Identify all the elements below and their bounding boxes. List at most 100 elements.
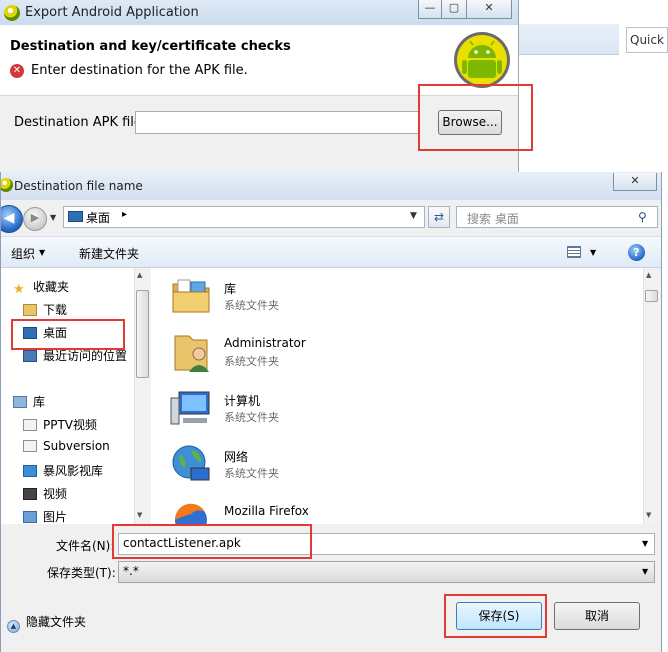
back-button[interactable]: ◀ xyxy=(1,205,23,233)
chevron-down-icon[interactable]: ▼ xyxy=(590,248,596,257)
save-highlight xyxy=(444,594,547,638)
library-icon xyxy=(172,279,210,313)
quick-access-box[interactable]: Quick xyxy=(626,27,668,53)
background-toolbar xyxy=(519,24,619,55)
export-window-title: Export Android Application xyxy=(25,5,199,20)
chevron-down-icon[interactable]: ▼ xyxy=(410,211,417,221)
nav-item-recent[interactable]: 最近访问的位置 xyxy=(23,347,127,368)
nav-libraries[interactable]: 库 xyxy=(13,393,45,414)
nav-item-subversion[interactable]: Subversion xyxy=(23,439,110,460)
chevron-up-icon: ▲ xyxy=(7,620,20,633)
chevron-down-icon[interactable]: ▼ xyxy=(642,539,648,548)
maximize-button[interactable]: ▢ xyxy=(441,0,467,19)
nav-item-pictures[interactable]: 图片 xyxy=(23,508,67,524)
nav-label: 最近访问的位置 xyxy=(43,349,128,363)
nav-label: 视频 xyxy=(43,487,68,501)
scroll-down-icon[interactable]: ▼ xyxy=(137,511,142,519)
star-icon: ★ xyxy=(13,282,25,297)
navigation-pane: ★ 收藏夹 下载 桌面 最近访问的位置 库 PPTV视频 Subversion 暴… xyxy=(1,268,151,524)
computer-icon xyxy=(170,391,210,425)
chevron-down-icon[interactable]: ▼ xyxy=(642,567,648,576)
address-text[interactable]: 桌面 xyxy=(86,209,110,226)
filename-highlight xyxy=(112,524,312,559)
filetype-value: *.* xyxy=(123,564,139,578)
wizard-heading: Destination and key/certificate checks xyxy=(10,39,291,54)
library-icon xyxy=(13,396,27,408)
firefox-icon xyxy=(174,503,207,524)
cancel-button[interactable]: 取消 xyxy=(554,602,640,630)
browse-highlight xyxy=(418,84,533,151)
file-item-firefox[interactable]: Mozilla Firefox xyxy=(169,498,469,524)
organize-button[interactable]: 组织 xyxy=(11,245,35,262)
nav-item-pptv[interactable]: PPTV视频 xyxy=(23,416,97,437)
file-item-computer[interactable]: 计算机 系统文件夹 xyxy=(169,386,469,436)
nav-scroll-thumb[interactable] xyxy=(136,290,149,378)
nav-label: 图片 xyxy=(43,510,68,524)
desktop-icon xyxy=(68,211,83,222)
filename-label: 文件名(N): xyxy=(56,539,115,553)
hide-folders-toggle[interactable]: ▲ 隐藏文件夹 xyxy=(7,613,86,633)
picture-library-icon xyxy=(23,511,37,523)
hide-folders-label: 隐藏文件夹 xyxy=(26,615,87,629)
file-list-scrollbar[interactable]: ▲ ▼ xyxy=(643,268,660,524)
nav-scrollbar[interactable]: ▲ ▼ xyxy=(134,268,151,524)
chevron-down-icon[interactable]: ▼ xyxy=(39,248,45,257)
desktop-highlight xyxy=(11,319,125,350)
network-icon xyxy=(172,445,210,481)
document-library-icon xyxy=(23,440,37,452)
video-library-icon xyxy=(23,488,37,500)
filetype-select[interactable]: *.* ▼ xyxy=(118,561,655,583)
file-item-library[interactable]: 库 系统文件夹 xyxy=(169,274,469,324)
search-input[interactable]: 搜索 桌面 ⚲ xyxy=(456,206,658,228)
forward-button[interactable]: ▶ xyxy=(23,207,47,231)
file-name: 网络 xyxy=(224,450,249,464)
file-name: Mozilla Firefox xyxy=(224,504,309,518)
user-folder-icon xyxy=(174,335,209,372)
dialog-title: Destination file name xyxy=(14,179,143,193)
view-options-icon[interactable] xyxy=(567,246,581,258)
refresh-button[interactable]: ⇄ xyxy=(428,206,450,228)
nav-label: 库 xyxy=(33,395,46,409)
nav-favorites[interactable]: ★ 收藏夹 xyxy=(13,278,69,299)
nav-label: PPTV视频 xyxy=(43,418,98,432)
nav-label: 下载 xyxy=(43,303,68,317)
file-name: 计算机 xyxy=(224,394,261,408)
scroll-down-icon[interactable]: ▼ xyxy=(646,511,651,519)
minimize-button[interactable]: — xyxy=(418,0,442,19)
nav-item-baofeng[interactable]: 暴风影视库 xyxy=(23,462,103,483)
dialog-close-button[interactable]: ✕ xyxy=(613,173,657,191)
chevron-right-icon[interactable]: ▸ xyxy=(122,209,127,220)
error-icon: ✕ xyxy=(10,64,24,78)
nav-item-videos[interactable]: 视频 xyxy=(23,485,67,506)
new-folder-button[interactable]: 新建文件夹 xyxy=(79,245,139,262)
address-bar[interactable]: 桌面 ▸ ▼ xyxy=(63,206,425,228)
destination-apk-label: Destination APK file: xyxy=(14,115,147,130)
eclipse-icon xyxy=(4,5,20,21)
scroll-up-icon[interactable]: ▲ xyxy=(646,271,651,279)
destination-apk-input[interactable] xyxy=(135,111,420,134)
nav-label: 暴风影视库 xyxy=(43,464,104,478)
file-type: 系统文件夹 xyxy=(224,299,279,312)
file-list-scroll-thumb[interactable] xyxy=(645,290,658,302)
file-list: 库 系统文件夹 Administrator 系统文件夹 计算机 系统文件夹 网络… xyxy=(151,268,643,524)
file-item-administrator[interactable]: Administrator 系统文件夹 xyxy=(169,330,469,380)
search-icon[interactable]: ⚲ xyxy=(638,210,647,224)
file-type: 系统文件夹 xyxy=(224,355,279,368)
recent-places-icon xyxy=(23,350,37,362)
nav-label: Subversion xyxy=(43,439,110,453)
error-message: Enter destination for the APK file. xyxy=(31,63,248,78)
close-button[interactable]: ✕ xyxy=(466,0,512,19)
help-icon[interactable]: ? xyxy=(628,244,645,261)
history-dropdown-icon[interactable]: ▼ xyxy=(50,213,56,222)
scroll-up-icon[interactable]: ▲ xyxy=(137,271,142,279)
android-logo-icon xyxy=(454,32,510,88)
save-dialog: Destination file name ✕ ◀ ▶ ▼ 桌面 ▸ ▼ ⇄ 搜… xyxy=(0,172,662,652)
dialog-toolbar: 组织 ▼ 新建文件夹 ▼ ? xyxy=(1,236,661,268)
file-type: 系统文件夹 xyxy=(224,411,279,424)
document-library-icon xyxy=(23,419,37,431)
file-name: Administrator xyxy=(224,336,306,350)
file-item-network[interactable]: 网络 系统文件夹 xyxy=(169,442,469,492)
media-library-icon xyxy=(23,465,37,477)
file-type: 系统文件夹 xyxy=(224,467,279,480)
search-placeholder: 搜索 桌面 xyxy=(467,212,519,226)
